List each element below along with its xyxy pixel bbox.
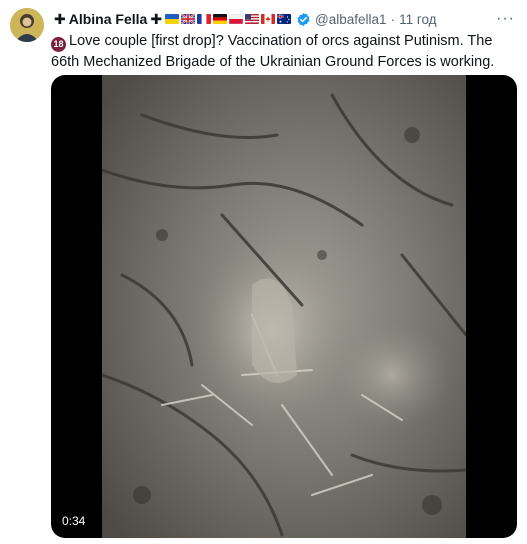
age-restriction-badge: 18 [51, 37, 66, 52]
flag-list [165, 14, 292, 24]
cross-symbol: ✚ [150, 10, 163, 27]
tweet-text-block: 18 Love couple [first drop]? Vaccination … [51, 31, 513, 72]
author-name[interactable]: Albina Fella [69, 11, 148, 27]
tweet-header: ✚ Albina Fella ✚ @albafella1 · 11 год ··… [51, 9, 515, 29]
avatar[interactable] [10, 8, 44, 42]
flag-united-kingdom-icon [181, 14, 196, 24]
flag-france-icon [197, 14, 212, 24]
video-duration: 0:34 [62, 514, 86, 528]
flag-poland-icon [229, 14, 244, 24]
cross-symbol: ✚ [54, 10, 66, 27]
separator-dot: · [390, 11, 396, 27]
flag-canada-icon [261, 14, 276, 24]
verified-badge-icon [296, 12, 311, 27]
timestamp[interactable]: 11 год [399, 12, 436, 27]
video-frame[interactable] [102, 75, 466, 538]
author-handle[interactable]: @albafella1 [315, 12, 387, 27]
flag-germany-icon [213, 14, 228, 24]
video-player[interactable]: 0:34 [51, 75, 517, 538]
flag-usa-icon [245, 14, 260, 24]
more-options-icon[interactable]: ··· [496, 11, 515, 27]
flag-australia-icon [277, 14, 292, 24]
tweet-card[interactable]: ✚ Albina Fella ✚ @albafella1 · 11 год ··… [0, 0, 527, 544]
flag-ukraine-icon [165, 14, 180, 24]
tweet-text: Love couple [first drop]? Vaccination of… [51, 33, 495, 70]
